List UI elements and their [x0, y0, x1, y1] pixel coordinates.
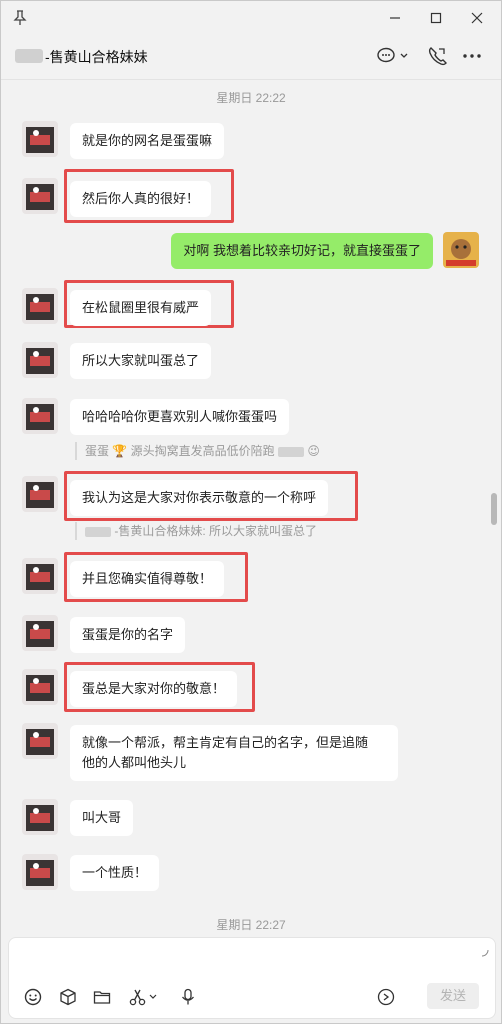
quoted-message[interactable]: 蛋蛋 🏆 源头掏窝直发高品低价陪跑 😉	[75, 442, 320, 460]
my-message-bubble[interactable]: 对啊 我想着比较亲切好记，就直接蛋蛋了	[171, 233, 433, 269]
message-bubble[interactable]: 叫大哥	[70, 800, 134, 836]
message-bubble[interactable]: 蛋总是大家对你的敬意！	[70, 671, 238, 707]
message-bubble[interactable]: 就像一个帮派，帮主肯定有自己的名字，但是追随 他的人都叫他头儿	[70, 725, 398, 781]
folder-icon[interactable]	[93, 988, 111, 1006]
message-bubble[interactable]: 蛋蛋是你的名字	[70, 617, 186, 653]
send-button[interactable]: 发送	[427, 983, 479, 1009]
minimize-icon[interactable]	[384, 8, 406, 28]
quote-text: 源头掏窝直发高品低价陪跑	[130, 444, 275, 458]
emoji-icon[interactable]	[24, 988, 42, 1006]
maximize-icon[interactable]	[425, 8, 447, 28]
message-line: 就像一个帮派，帮主肯定有自己的名字，但是追随	[82, 735, 369, 750]
avatar[interactable]	[22, 854, 58, 890]
more-icon[interactable]	[462, 45, 482, 67]
chat-header: -售黄山合格妹妹	[1, 35, 501, 80]
message-input[interactable]: 发送	[8, 937, 496, 1019]
scrollbar[interactable]	[491, 493, 497, 525]
message-bubble[interactable]: 一个性质！	[70, 855, 160, 891]
avatar[interactable]	[22, 669, 58, 705]
quote-name: 蛋蛋	[85, 444, 110, 458]
blurred-text	[278, 446, 305, 457]
timestamp: 星期日 22:22	[216, 91, 286, 105]
package-icon[interactable]	[59, 988, 77, 1006]
avatar[interactable]	[22, 178, 58, 214]
message-bubble[interactable]: 哈哈哈哈你更喜欢别人喊你蛋蛋吗	[70, 399, 290, 435]
phone-icon[interactable]	[427, 45, 447, 67]
message-bubble[interactable]: 然后你人真的很好！	[70, 181, 212, 217]
timestamp: 星期日 22:27	[216, 918, 286, 932]
resize-corner-icon	[481, 944, 489, 962]
trophy-icon: 🏆	[112, 444, 128, 458]
chat-title[interactable]: -售黄山合格妹妹	[45, 47, 148, 67]
blurred-name	[15, 49, 43, 63]
avatar[interactable]	[22, 288, 58, 324]
avatar[interactable]	[22, 121, 58, 157]
quoted-message[interactable]: -售黄山合格妹妹: 所以大家就叫蛋总了	[75, 522, 317, 540]
message-line: 他的人都叫他头儿	[82, 755, 187, 770]
avatar[interactable]	[22, 558, 58, 594]
message-bubble[interactable]: 在松鼠圈里很有威严	[70, 290, 212, 326]
message-bubble[interactable]: 就是你的网名是蛋蛋嘛	[70, 123, 225, 159]
avatar[interactable]	[22, 615, 58, 651]
microphone-icon[interactable]	[179, 988, 197, 1006]
quote-text: -售黄山合格妹妹: 所以大家就叫蛋总了	[114, 524, 318, 538]
avatar[interactable]	[22, 723, 58, 759]
emoji-icon: 😉	[307, 444, 320, 458]
avatar[interactable]	[22, 342, 58, 378]
pin-icon[interactable]	[13, 10, 29, 26]
avatar[interactable]	[22, 799, 58, 835]
close-icon[interactable]	[466, 8, 488, 28]
avatar[interactable]	[22, 398, 58, 434]
voice-assistant-icon[interactable]	[377, 988, 395, 1006]
scissors-icon[interactable]	[129, 988, 159, 1006]
message-bubble[interactable]: 并且您确实值得尊敬！	[70, 561, 225, 597]
chat-icon[interactable]	[377, 45, 409, 67]
message-bubble[interactable]: 我认为这是大家对你表示敬意的一个称呼	[70, 480, 329, 516]
my-avatar[interactable]	[443, 232, 479, 268]
avatar[interactable]	[22, 476, 58, 512]
blurred-text	[85, 526, 111, 537]
message-list[interactable]: 星期日 22:22 就是你的网名是蛋蛋嘛 然后你人真的很好！ 对啊 我想着比较亲…	[1, 80, 501, 936]
message-bubble[interactable]: 所以大家就叫蛋总了	[70, 343, 212, 379]
chat-window: -售黄山合格妹妹 星期日 22:22 就是你的网名是蛋蛋嘛 然后你人真的很好！ …	[0, 0, 502, 1024]
title-bar	[1, 1, 501, 35]
